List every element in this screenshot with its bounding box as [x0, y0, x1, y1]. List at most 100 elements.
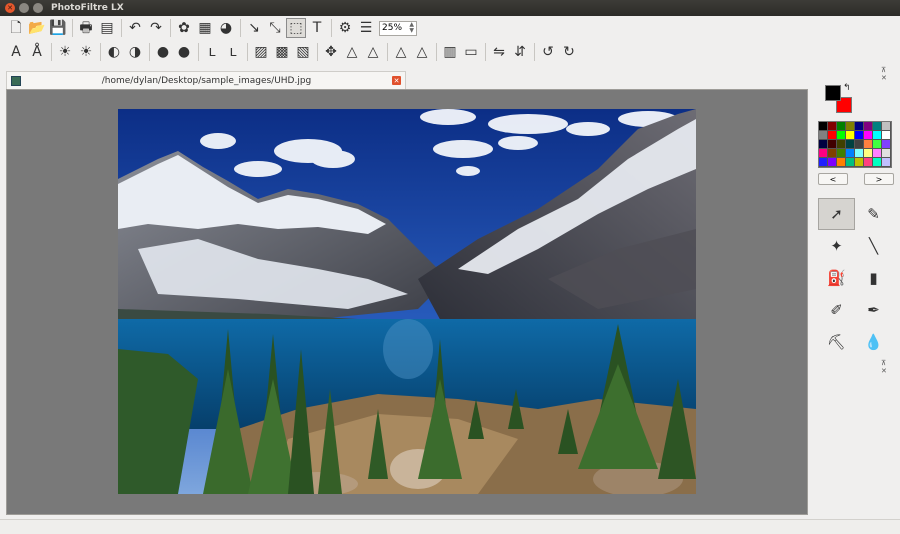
palette-swatch[interactable] — [819, 131, 828, 140]
palette-swatch[interactable] — [864, 122, 873, 131]
text-tool-icon[interactable]: T — [307, 18, 327, 38]
new-file-icon[interactable]: 🗋 — [6, 18, 26, 38]
palette-swatch[interactable] — [873, 122, 882, 131]
palette-swatch[interactable] — [828, 131, 837, 140]
gamma-plus-icon[interactable]: ʟ — [223, 42, 243, 62]
magic-wand-icon[interactable]: ✦ — [818, 230, 855, 262]
palette-swatch[interactable] — [819, 140, 828, 149]
line-tool-icon[interactable]: ╲ — [855, 230, 892, 262]
selection-arrow-icon[interactable]: ↘ — [244, 18, 264, 38]
palette-swatch[interactable] — [855, 158, 864, 167]
save-icon[interactable]: 💾 — [48, 18, 68, 38]
move-icon[interactable]: ✥ — [321, 42, 341, 62]
undo-icon[interactable]: ↶ — [125, 18, 145, 38]
sharpen-icon[interactable]: △ — [363, 42, 383, 62]
palette-swatch[interactable] — [846, 158, 855, 167]
contrast-plus-icon[interactable]: ◑ — [125, 42, 145, 62]
gray-gradient-icon[interactable]: ▭ — [461, 42, 481, 62]
settings-gear-icon[interactable]: ⚙ — [335, 18, 355, 38]
palette-swatch[interactable] — [828, 122, 837, 131]
minimize-window-button[interactable] — [19, 3, 29, 13]
spray-can-icon[interactable]: ▮ — [855, 262, 892, 294]
sepia-icon[interactable]: ▧ — [293, 42, 313, 62]
palette-swatch[interactable] — [873, 131, 882, 140]
palette-prev-button[interactable]: < — [818, 173, 848, 185]
palette-swatch[interactable] — [855, 131, 864, 140]
rotate-left-icon[interactable]: ↺ — [538, 42, 558, 62]
palette-swatch[interactable] — [864, 149, 873, 158]
palette-swatch[interactable] — [828, 149, 837, 158]
redo-icon[interactable]: ↷ — [146, 18, 166, 38]
open-folder-icon[interactable]: 📂 — [27, 18, 47, 38]
palette-swatch[interactable] — [873, 149, 882, 158]
rgb-channels-icon[interactable]: ✿ — [174, 18, 194, 38]
contrast-minus-icon[interactable]: ◐ — [104, 42, 124, 62]
palette-swatch[interactable] — [837, 122, 846, 131]
palette-swatch[interactable] — [882, 140, 891, 149]
color-balance-icon[interactable]: ◕ — [216, 18, 236, 38]
palette-swatch[interactable] — [819, 158, 828, 167]
gamma-minus-icon[interactable]: ʟ — [202, 42, 222, 62]
text-effect-icon[interactable]: Å — [27, 42, 47, 62]
rotate-right-icon[interactable]: ↻ — [559, 42, 579, 62]
panel-collapse-controls[interactable]: ⊼ ✕ — [881, 66, 900, 82]
palette-swatch[interactable] — [828, 140, 837, 149]
spin-arrows-icon[interactable]: ▲ ▼ — [409, 22, 414, 34]
saturation-minus-icon[interactable]: ● — [153, 42, 173, 62]
palette-swatch[interactable] — [873, 158, 882, 167]
palette-swatch[interactable] — [819, 149, 828, 158]
palette-next-button[interactable]: > — [864, 173, 894, 185]
close-document-button[interactable]: ✕ — [392, 76, 401, 85]
palette-swatch[interactable] — [828, 158, 837, 167]
brightness-minus-icon[interactable]: ☀ — [55, 42, 75, 62]
blur-drop-icon[interactable]: 💧 — [855, 326, 892, 358]
palette-swatch[interactable] — [864, 140, 873, 149]
foreground-color-swatch[interactable] — [825, 85, 841, 101]
palette-swatch[interactable] — [837, 158, 846, 167]
fill-bucket-icon[interactable]: ⛽ — [818, 262, 855, 294]
canvas-area[interactable] — [6, 89, 808, 515]
print-icon[interactable]: 🖶 — [76, 18, 96, 38]
flip-vertical-icon[interactable]: ⇵ — [510, 42, 530, 62]
palette-swatch[interactable] — [846, 122, 855, 131]
zoom-spinbox[interactable]: 25% ▲ ▼ — [379, 20, 417, 36]
swap-colors-icon[interactable]: ↰ — [843, 83, 851, 93]
palette-swatch[interactable] — [882, 149, 891, 158]
rainbow-gradient-icon[interactable]: ▥ — [440, 42, 460, 62]
clone-stamp-icon[interactable]: ⛏ — [818, 326, 855, 358]
close-window-button[interactable]: ✕ — [5, 3, 15, 13]
palette-swatch[interactable] — [837, 131, 846, 140]
select-arrow-icon[interactable]: ➚ — [818, 198, 855, 230]
image-size-icon[interactable]: ☰ — [356, 18, 376, 38]
auto-contrast-icon[interactable]: ▩ — [272, 42, 292, 62]
advanced-brush-icon[interactable]: ✒ — [855, 294, 892, 326]
palette-swatch[interactable] — [837, 140, 846, 149]
tools-panel-controls[interactable]: ⊼ ✕ — [881, 359, 900, 375]
brightness-plus-icon[interactable]: ☀ — [76, 42, 96, 62]
maximize-window-button[interactable] — [33, 3, 43, 13]
palette-swatch[interactable] — [846, 149, 855, 158]
palette-swatch[interactable] — [846, 140, 855, 149]
palette-swatch[interactable] — [855, 140, 864, 149]
sharpen-more-icon[interactable]: △ — [412, 42, 432, 62]
palette-swatch[interactable] — [855, 122, 864, 131]
crop-icon[interactable]: ⤡ — [265, 18, 285, 38]
palette-swatch[interactable] — [864, 131, 873, 140]
document-tab[interactable]: /home/dylan/Desktop/sample_images/UHD.jp… — [6, 71, 406, 89]
image-canvas[interactable] — [118, 109, 696, 494]
blur-icon[interactable]: △ — [342, 42, 362, 62]
text-style-icon[interactable]: A — [6, 42, 26, 62]
palette-swatch[interactable] — [819, 122, 828, 131]
auto-level-icon[interactable]: ▨ — [251, 42, 271, 62]
palette-swatch[interactable] — [864, 158, 873, 167]
brush-icon[interactable]: ✐ — [818, 294, 855, 326]
palette-swatch[interactable] — [846, 131, 855, 140]
select-rect-icon[interactable]: ⬚ — [286, 18, 306, 38]
soften-icon[interactable]: △ — [391, 42, 411, 62]
scan-icon[interactable]: ▤ — [97, 18, 117, 38]
palette-swatch[interactable] — [837, 149, 846, 158]
palette-swatch[interactable] — [882, 158, 891, 167]
palette-swatch[interactable] — [873, 140, 882, 149]
palette-swatch[interactable] — [855, 149, 864, 158]
eyedropper-icon[interactable]: ✎ — [855, 198, 892, 230]
